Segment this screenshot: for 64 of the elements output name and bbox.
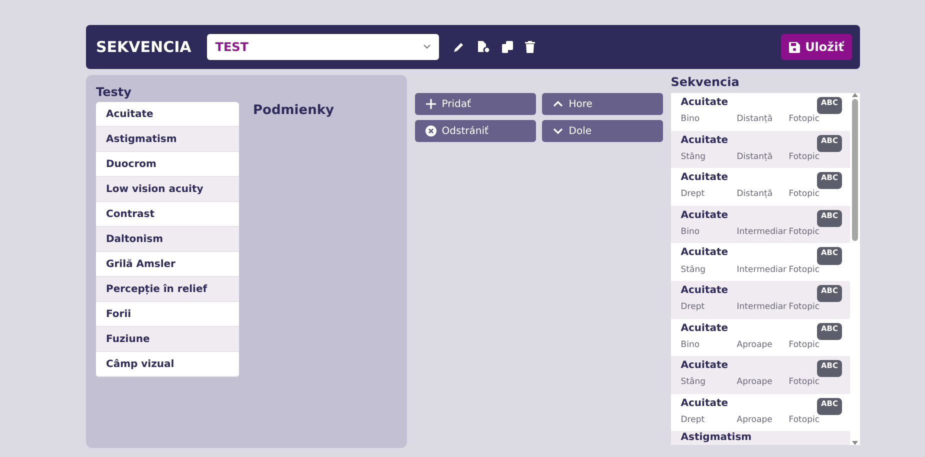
plus-icon bbox=[424, 98, 437, 110]
remove-button[interactable]: Odstrániť bbox=[414, 120, 536, 142]
eye-label: Stâng bbox=[680, 377, 706, 390]
eye-label: Bino bbox=[680, 340, 701, 352]
test-item[interactable]: Daltonism bbox=[96, 227, 239, 252]
eye-label: Bino bbox=[680, 114, 701, 126]
trash-icon[interactable] bbox=[525, 41, 536, 53]
remove-icon bbox=[424, 125, 437, 137]
light-label: Fotopic bbox=[788, 340, 821, 352]
conditions-title: Podmienky bbox=[253, 103, 334, 120]
light-label: Fotopic bbox=[788, 189, 821, 202]
scroll-down-icon[interactable] bbox=[852, 441, 858, 445]
light-label: Fotopic bbox=[788, 377, 821, 390]
test-name: Acuitate bbox=[680, 97, 730, 110]
distance-label: Distanță bbox=[736, 189, 774, 202]
test-name: Acuitate bbox=[680, 134, 730, 148]
test-name: Astigmatism bbox=[680, 432, 753, 444]
test-name: Acuitate bbox=[680, 172, 730, 186]
header-title: SEKVENCIA bbox=[96, 38, 192, 56]
tests-title: Testy bbox=[96, 85, 132, 99]
eye-label: Bino bbox=[680, 227, 701, 240]
distance-label: Aproape bbox=[736, 377, 774, 390]
test-name: Acuitate bbox=[680, 322, 730, 336]
test-item[interactable]: Fuziune bbox=[96, 327, 239, 352]
eye-label: Drept bbox=[680, 189, 706, 202]
distance-label: Distanță bbox=[736, 114, 774, 126]
distance-label: Intermediar bbox=[736, 227, 788, 240]
chevron-down-icon bbox=[423, 44, 432, 50]
light-label: Fotopic bbox=[788, 264, 821, 277]
file-gear-icon[interactable] bbox=[477, 41, 490, 53]
test-name: Acuitate bbox=[680, 247, 730, 260]
down-button[interactable]: Dole bbox=[542, 120, 663, 142]
eye-label: Stâng bbox=[680, 264, 706, 277]
eye-label: Stâng bbox=[680, 152, 706, 164]
test-item[interactable]: Percepție în relief bbox=[96, 277, 239, 302]
test-name: Acuitate bbox=[680, 398, 730, 411]
copy-icon[interactable] bbox=[502, 41, 514, 53]
eye-label: Drept bbox=[680, 415, 706, 428]
pencil-icon[interactable] bbox=[453, 41, 466, 53]
scroll-up-icon[interactable] bbox=[852, 93, 858, 97]
distance-label: Aproape bbox=[736, 415, 774, 428]
test-name: Acuitate bbox=[680, 360, 730, 374]
test-item[interactable]: Astigmatism bbox=[96, 127, 239, 152]
distance-label: Distanță bbox=[736, 152, 774, 164]
save-button[interactable]: Uložiť bbox=[781, 34, 852, 60]
light-label: Fotopic bbox=[788, 227, 821, 240]
test-name: Acuitate bbox=[680, 210, 730, 223]
light-label: Fotopic bbox=[788, 302, 821, 314]
test-item[interactable]: Low vision acuity bbox=[96, 177, 239, 202]
add-button[interactable]: Pridať bbox=[414, 93, 536, 115]
distance-label: Intermediar bbox=[736, 302, 788, 314]
distance-label: Aproape bbox=[736, 340, 774, 352]
sequence-item[interactable]: Astigmatism bbox=[670, 431, 850, 445]
light-label: Fotopic bbox=[788, 152, 821, 164]
test-item[interactable]: Câmp vizual bbox=[96, 352, 239, 377]
sequence-title: Sekvencia bbox=[670, 75, 740, 89]
sequence-dropdown[interactable]: TEST bbox=[207, 34, 440, 60]
test-name: Acuitate bbox=[680, 284, 730, 298]
scrollbar[interactable] bbox=[850, 93, 860, 445]
light-label: Fotopic bbox=[788, 415, 821, 428]
distance-label: Intermediar bbox=[736, 264, 788, 277]
eye-label: Drept bbox=[680, 302, 706, 314]
up-button[interactable]: Hore bbox=[542, 93, 663, 115]
light-label: Fotopic bbox=[788, 114, 821, 126]
